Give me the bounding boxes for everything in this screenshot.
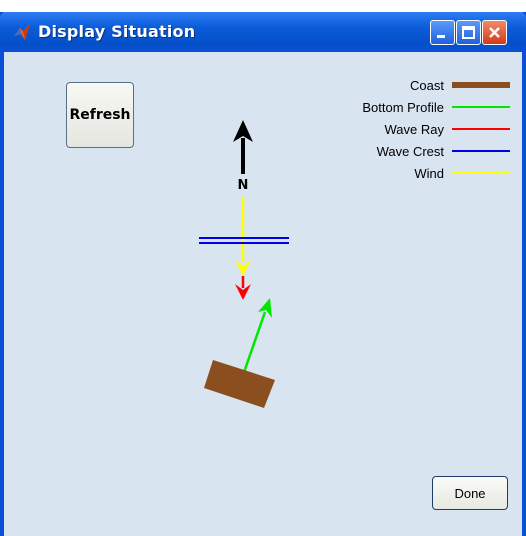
legend-swatch-coast [452,82,510,88]
legend-swatch-bottom-profile [452,106,510,108]
maximize-icon [462,26,475,39]
legend-label: Bottom Profile [362,99,444,115]
refresh-button[interactable]: Refresh [66,82,134,148]
legend-swatch-wave-crest [452,150,510,152]
legend-label: Wave Ray [384,121,444,137]
maximize-button[interactable] [456,20,481,45]
minimize-button[interactable] [430,20,455,45]
legend-swatch-wave-ray [452,128,510,130]
north-label: N [237,178,249,193]
legend-label: Wave Crest [376,143,444,159]
legend-item-bottom-profile: Bottom Profile [300,96,510,118]
legend-label: Wind [414,165,444,181]
legend-item-wave-crest: Wave Crest [300,140,510,162]
minimize-icon [437,35,445,38]
legend-label: Coast [410,77,444,93]
legend-item-wave-ray: Wave Ray [300,118,510,140]
done-button[interactable]: Done [432,476,508,510]
close-button[interactable] [482,20,507,45]
title-bar[interactable]: Display Situation [0,12,526,52]
legend-item-coast: Coast [300,74,510,96]
window-title: Display Situation [38,22,196,41]
matlab-icon [14,24,30,40]
close-icon [489,27,500,38]
legend-item-wind: Wind [300,162,510,184]
legend-swatch-wind [452,172,510,174]
